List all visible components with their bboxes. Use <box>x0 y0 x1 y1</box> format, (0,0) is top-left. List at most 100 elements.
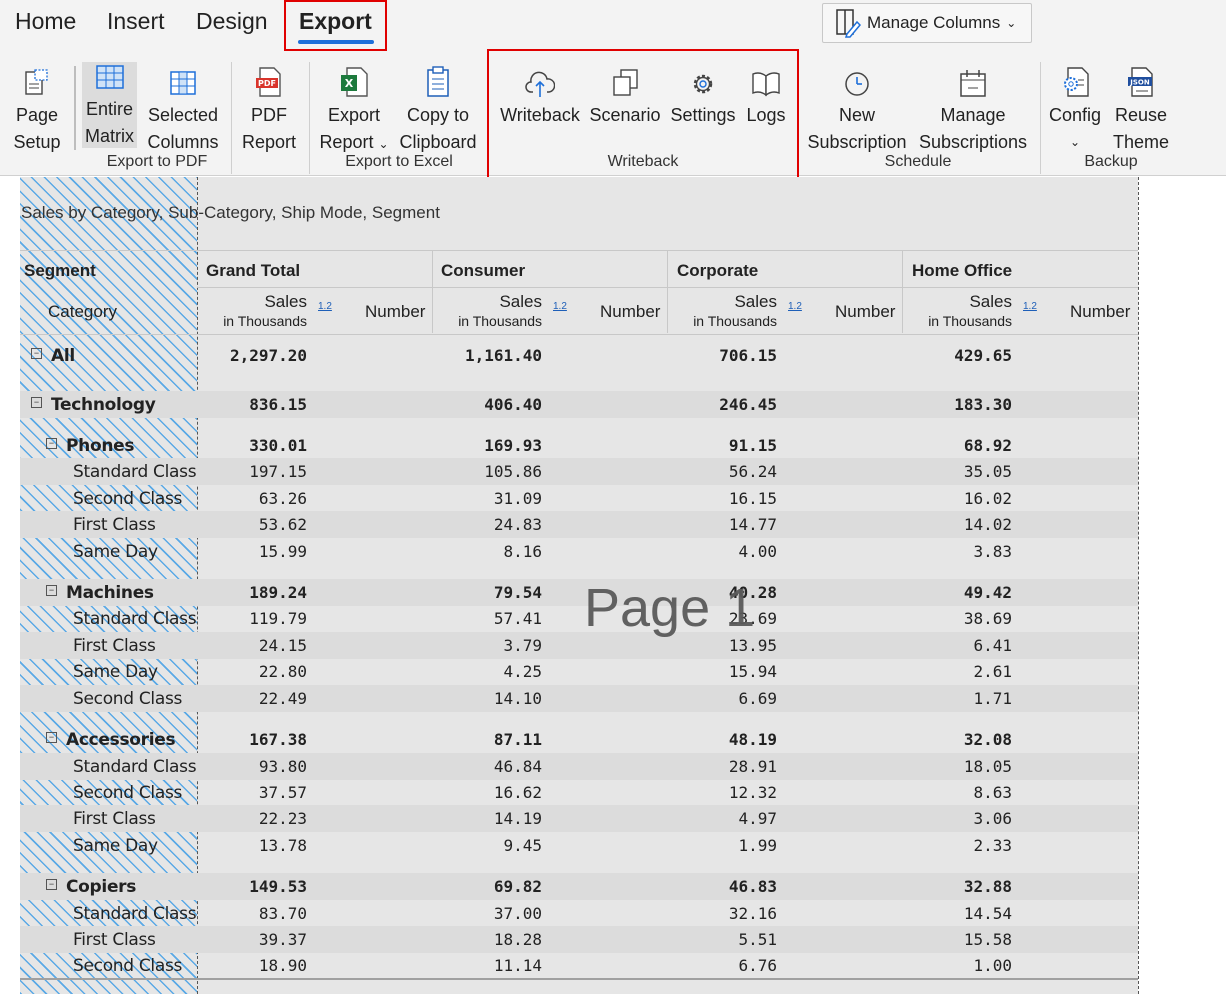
collapse-toggle-icon[interactable]: − <box>46 879 57 890</box>
logs-button[interactable]: Logs <box>744 62 788 129</box>
pdf-report-button[interactable]: PDF PDF Report <box>238 62 300 156</box>
manage-subscriptions-button[interactable]: Manage Subscriptions <box>916 62 1030 156</box>
writeback-button[interactable]: Writeback <box>499 62 581 129</box>
sales-value-cell[interactable]: 38.69 <box>902 609 1012 628</box>
sales-value-cell[interactable]: 4.97 <box>667 809 777 828</box>
sales-value-cell[interactable]: 15.58 <box>902 930 1012 949</box>
sales-value-cell[interactable]: 105.86 <box>432 462 542 481</box>
sales-value-cell[interactable]: 1.00 <box>902 956 1012 975</box>
sales-value-cell[interactable]: 49.42 <box>902 583 1012 602</box>
sales-value-cell[interactable]: 57.41 <box>432 609 542 628</box>
sales-value-cell[interactable]: 32.08 <box>902 730 1012 749</box>
sales-value-cell[interactable]: 330.01 <box>197 436 307 455</box>
sales-value-cell[interactable]: 429.65 <box>902 346 1012 365</box>
sales-value-cell[interactable]: 1.99 <box>667 836 777 855</box>
sales-value-cell[interactable]: 22.80 <box>197 662 307 681</box>
sales-value-cell[interactable]: 22.23 <box>197 809 307 828</box>
sales-value-cell[interactable]: 68.92 <box>902 436 1012 455</box>
column-header-home-office[interactable]: Home Office <box>912 261 1012 281</box>
sales-value-cell[interactable]: 4.00 <box>667 542 777 561</box>
sales-value-cell[interactable]: 69.82 <box>432 877 542 896</box>
segment-header[interactable]: Segment <box>24 261 96 281</box>
entire-matrix-button[interactable]: Entire Matrix <box>82 62 137 148</box>
sales-value-cell[interactable]: 12.32 <box>667 783 777 802</box>
table-row[interactable]: − Technology 836.15 406.40 246.45 183.30 <box>20 391 1138 418</box>
column-header-consumer[interactable]: Consumer <box>441 261 525 281</box>
copy-clipboard-button[interactable]: Copy to Clipboard <box>398 62 478 156</box>
sales-value-cell[interactable]: 14.19 <box>432 809 542 828</box>
sales-value-cell[interactable]: 4.25 <box>432 662 542 681</box>
sales-value-cell[interactable]: 16.62 <box>432 783 542 802</box>
sales-value-cell[interactable]: 11.14 <box>432 956 542 975</box>
sales-value-cell[interactable]: 189.24 <box>197 583 307 602</box>
sales-value-cell[interactable]: 37.57 <box>197 783 307 802</box>
tab-insert[interactable]: Insert <box>107 8 165 35</box>
sales-value-cell[interactable]: 149.53 <box>197 877 307 896</box>
table-row[interactable]: Same Day 22.80 4.25 15.94 2.61 <box>20 658 1138 685</box>
table-row[interactable]: Standard Class 197.15 105.86 56.24 35.05 <box>20 458 1138 485</box>
sales-subheader[interactable]: Sales in Thousands <box>902 292 1012 329</box>
category-header[interactable]: Category <box>48 302 117 322</box>
sales-value-cell[interactable]: 9.45 <box>432 836 542 855</box>
sales-value-cell[interactable]: 119.79 <box>197 609 307 628</box>
number-subheader[interactable]: Number <box>365 302 425 322</box>
new-subscription-button[interactable]: New Subscription <box>805 62 909 156</box>
number-subheader[interactable]: Number <box>600 302 660 322</box>
sales-value-cell[interactable]: 1.71 <box>902 689 1012 708</box>
settings-button[interactable]: Settings <box>669 62 737 129</box>
table-row[interactable]: Second Class 63.26 31.09 16.15 16.02 <box>20 485 1138 512</box>
sales-value-cell[interactable]: 32.88 <box>902 877 1012 896</box>
sales-value-cell[interactable]: 16.15 <box>667 489 777 508</box>
sales-value-cell[interactable]: 14.02 <box>902 515 1012 534</box>
sales-value-cell[interactable]: 46.83 <box>667 877 777 896</box>
sales-value-cell[interactable]: 14.10 <box>432 689 542 708</box>
sales-value-cell[interactable]: 56.24 <box>667 462 777 481</box>
manage-columns-button[interactable]: Manage Columns ⌄ <box>822 3 1032 43</box>
sales-value-cell[interactable]: 706.15 <box>667 346 777 365</box>
export-report-button[interactable]: X Export Report ⌄ <box>318 62 390 158</box>
collapse-toggle-icon[interactable]: − <box>46 732 57 743</box>
sales-value-cell[interactable]: 53.62 <box>197 515 307 534</box>
sales-value-cell[interactable]: 169.93 <box>432 436 542 455</box>
sales-value-cell[interactable]: 183.30 <box>902 395 1012 414</box>
sales-value-cell[interactable]: 836.15 <box>197 395 307 414</box>
sales-value-cell[interactable]: 197.15 <box>197 462 307 481</box>
sales-value-cell[interactable]: 22.49 <box>197 689 307 708</box>
sales-value-cell[interactable]: 8.63 <box>902 783 1012 802</box>
sales-value-cell[interactable]: 3.06 <box>902 809 1012 828</box>
tab-design[interactable]: Design <box>196 8 268 35</box>
collapse-toggle-icon[interactable]: − <box>46 585 57 596</box>
sales-value-cell[interactable]: 87.11 <box>432 730 542 749</box>
table-row[interactable]: Standard Class 93.80 46.84 28.91 18.05 <box>20 753 1138 780</box>
sales-value-cell[interactable]: 2,297.20 <box>197 346 307 365</box>
collapse-toggle-icon[interactable]: − <box>31 348 42 359</box>
collapse-toggle-icon[interactable]: − <box>31 397 42 408</box>
sales-value-cell[interactable]: 3.83 <box>902 542 1012 561</box>
sales-value-cell[interactable]: 1,161.40 <box>432 346 542 365</box>
sales-subheader[interactable]: Sales in Thousands <box>432 292 542 329</box>
table-row[interactable]: − Machines 189.24 79.54 40.28 49.42 <box>20 579 1138 606</box>
sales-value-cell[interactable]: 15.94 <box>667 662 777 681</box>
sales-value-cell[interactable]: 28.91 <box>667 757 777 776</box>
sales-value-cell[interactable]: 83.70 <box>197 904 307 923</box>
sales-value-cell[interactable]: 63.26 <box>197 489 307 508</box>
sales-value-cell[interactable]: 18.90 <box>197 956 307 975</box>
table-row[interactable]: First Class 39.37 18.28 5.51 15.58 <box>20 926 1138 953</box>
number-format-link[interactable]: 1.2 <box>788 301 802 312</box>
sales-value-cell[interactable]: 8.16 <box>432 542 542 561</box>
table-row[interactable]: − Accessories 167.38 87.11 48.19 32.08 <box>20 726 1138 753</box>
sales-value-cell[interactable]: 167.38 <box>197 730 307 749</box>
sales-value-cell[interactable]: 5.51 <box>667 930 777 949</box>
config-button[interactable]: Config ⌄ <box>1046 62 1104 156</box>
table-row[interactable]: Same Day 15.99 8.16 4.00 3.83 <box>20 538 1138 565</box>
column-header-grand-total[interactable]: Grand Total <box>206 261 300 281</box>
sales-value-cell[interactable]: 16.02 <box>902 489 1012 508</box>
sales-value-cell[interactable]: 91.15 <box>667 436 777 455</box>
sales-value-cell[interactable]: 18.05 <box>902 757 1012 776</box>
table-row[interactable]: Standard Class 83.70 37.00 32.16 14.54 <box>20 900 1138 927</box>
table-row[interactable]: Second Class 18.90 11.14 6.76 1.00 <box>20 952 1138 979</box>
sales-subheader[interactable]: Sales in Thousands <box>197 292 307 329</box>
sales-value-cell[interactable]: 48.19 <box>667 730 777 749</box>
table-row[interactable]: − Copiers 149.53 69.82 46.83 32.88 <box>20 873 1138 900</box>
selected-columns-button[interactable]: Selected Columns <box>145 62 221 156</box>
